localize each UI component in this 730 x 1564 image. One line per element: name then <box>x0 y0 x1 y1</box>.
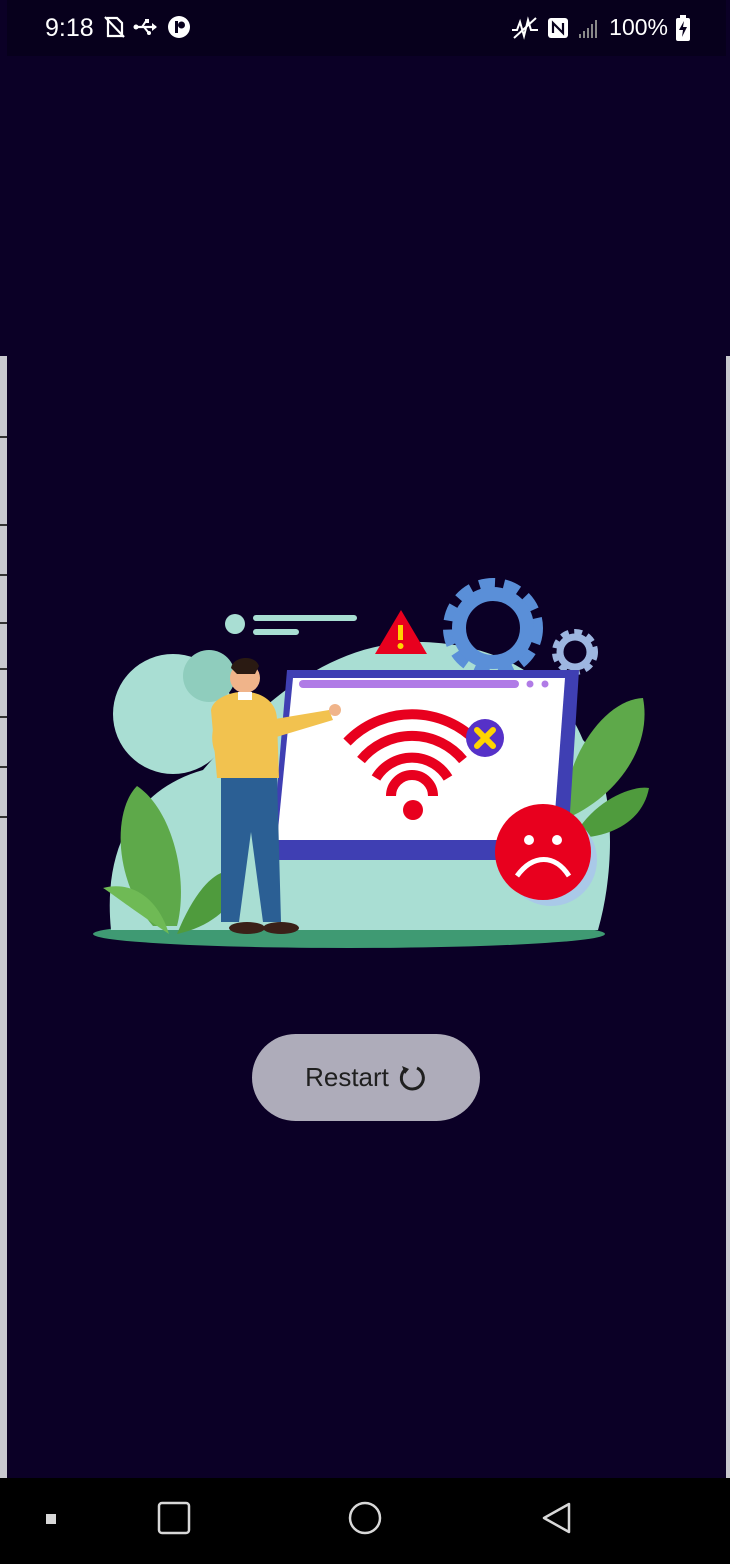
status-left-icons <box>103 15 191 39</box>
error-x-icon <box>466 719 504 757</box>
signal-icon <box>579 19 598 38</box>
vibrate-icon <box>512 15 539 40</box>
restart-label: Restart <box>305 1062 389 1092</box>
status-bar: 9:18 100% <box>7 0 726 56</box>
back-triangle-icon[interactable] <box>538 1500 574 1536</box>
nfc-icon <box>548 17 569 38</box>
refresh-icon <box>399 1065 425 1090</box>
status-time: 9:18 <box>45 14 94 42</box>
status-right-icons: 100% <box>511 14 690 41</box>
gear-icon-large <box>443 578 543 678</box>
home-circle-icon[interactable] <box>347 1500 383 1536</box>
app-screen: 9:18 100% Restart <box>7 0 726 1478</box>
navigation-bar <box>0 1478 730 1564</box>
gear-icon-small <box>552 629 598 675</box>
app-notification-icon <box>168 16 190 38</box>
battery-charging-icon <box>676 14 690 41</box>
battery-percent: 100% <box>609 14 668 40</box>
no-sim-icon <box>104 16 125 38</box>
background-app-edge-left <box>0 356 7 1478</box>
restart-button[interactable]: Restart <box>252 1034 480 1121</box>
overview-square-icon[interactable] <box>156 1500 192 1536</box>
recents-dot-icon[interactable] <box>44 1512 58 1526</box>
usb-icon <box>133 19 157 35</box>
no-internet-illustration <box>93 578 649 948</box>
background-app-edge-right <box>726 356 730 1478</box>
